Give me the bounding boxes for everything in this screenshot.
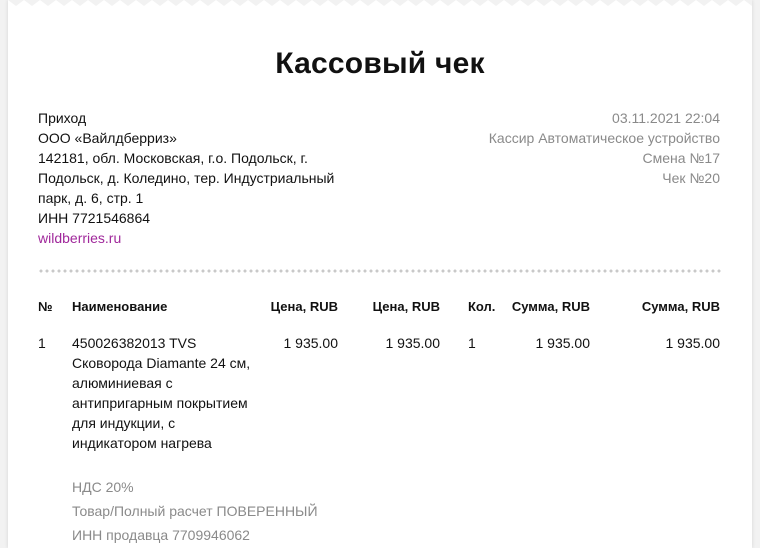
header-price-2: Цена, RUB (372, 299, 440, 314)
company-inn: ИНН 7721546864 (38, 210, 151, 226)
header-sum-2: Сумма, RUB (641, 299, 720, 314)
cashier: Кассир Автоматическое устройство (488, 130, 720, 146)
receipt-meta: 03.11.2021 22:04 Кассир Автоматическое у… (420, 108, 720, 188)
receipt-datetime: 03.11.2021 22:04 (612, 110, 720, 126)
dotted-divider (38, 268, 722, 274)
row-vat: НДС 20% (72, 479, 134, 495)
check-number: Чек №20 (662, 170, 720, 186)
header-number: № (38, 299, 53, 314)
row-quantity: 1 (468, 335, 476, 351)
row-sum-2: 1 935.00 (665, 335, 721, 351)
operation-type: Приход (38, 110, 87, 126)
row-price: 1 935.00 (283, 335, 339, 351)
site-link[interactable]: wildberries.ru (38, 228, 358, 248)
row-payment-type: Товар/Полный расчет ПОВЕРЕННЫЙ (72, 503, 318, 519)
header-sum: Сумма, RUB (511, 299, 590, 314)
row-price-2: 1 935.00 (385, 335, 441, 351)
receipt-title: Кассовый чек (275, 47, 485, 80)
company-address: 142181, обл. Московская, г.о. Подольск, … (38, 150, 335, 206)
shift-number: Смена №17 (642, 150, 720, 166)
row-number: 1 (38, 335, 46, 351)
row-sum: 1 935.00 (535, 335, 591, 351)
header-price: Цена, RUB (270, 299, 338, 314)
row-seller-inn: ИНН продавца 7709946062 (72, 527, 250, 543)
company-name: ООО «Вайлдберриз» (38, 130, 177, 146)
header-name: Наименование (72, 299, 168, 314)
seller-info: Приход ООО «Вайлдберриз» 142181, обл. Мо… (38, 108, 358, 248)
receipt: Кассовый чек Приход ООО «Вайлдберриз» 14… (8, 0, 752, 548)
row-item-name: 450026382013 TVS Сковорода Diamante 24 с… (72, 335, 251, 451)
receipt-torn-edge (8, 0, 752, 6)
